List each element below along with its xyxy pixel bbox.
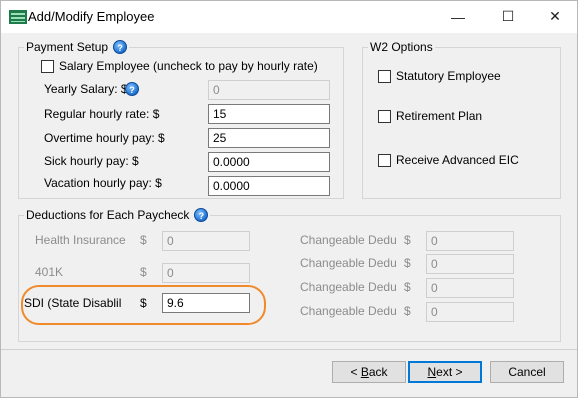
sick-hourly-pay-field[interactable]: 0.0000 bbox=[208, 152, 330, 172]
regular-hourly-rate-label: Regular hourly rate: $ bbox=[44, 107, 160, 121]
window-title: Add/Modify Employee bbox=[28, 9, 155, 24]
changeable-deduction-field[interactable]: 0 bbox=[426, 278, 514, 298]
statutory-employee-checkbox[interactable] bbox=[378, 70, 391, 83]
sdi-field[interactable]: 9.6 bbox=[162, 293, 250, 313]
health-insurance-field[interactable]: 0 bbox=[162, 231, 250, 251]
vacation-hourly-pay-label: Vacation hourly pay: $ bbox=[44, 176, 162, 190]
back-button-mnemonic: B bbox=[360, 365, 369, 379]
title-bar: Add/Modify Employee — ☐ ✕ bbox=[1, 1, 577, 33]
changeable-deduction-currency: $ bbox=[404, 304, 411, 318]
advanced-eic-label: Receive Advanced EIC bbox=[396, 153, 519, 167]
maximize-icon: ☐ bbox=[501, 8, 515, 24]
sdi-label: SDI (State Disablil bbox=[24, 296, 122, 310]
retirement-plan-checkbox[interactable] bbox=[378, 110, 391, 123]
payment-setup-title: Payment Setup bbox=[26, 40, 109, 54]
close-button[interactable]: ✕ bbox=[533, 1, 577, 32]
w2-options-title: W2 Options bbox=[370, 40, 433, 54]
add-modify-employee-window: Add/Modify Employee — ☐ ✕ Payment Setup … bbox=[0, 0, 578, 398]
vacation-hourly-pay-field[interactable]: 0.0000 bbox=[208, 176, 330, 196]
changeable-deduction-label: Changeable Dedu bbox=[300, 280, 397, 294]
changeable-deduction-field[interactable]: 0 bbox=[426, 302, 514, 322]
back-button[interactable]: < Back bbox=[332, 361, 406, 383]
changeable-deduction-currency: $ bbox=[404, 280, 411, 294]
w2-options-legend: W2 Options bbox=[368, 40, 435, 54]
minimize-button[interactable]: — bbox=[436, 1, 480, 32]
changeable-deduction-field[interactable]: 0 bbox=[426, 254, 514, 274]
close-icon: ✕ bbox=[549, 8, 561, 24]
yearly-salary-label: Yearly Salary: $ bbox=[44, 82, 128, 96]
w2-options-group: W2 Options Statutory Employee Retirement… bbox=[362, 40, 561, 199]
401k-field[interactable]: 0 bbox=[162, 263, 250, 283]
401k-label: 401K bbox=[35, 265, 64, 279]
deductions-legend: Deductions for Each Paycheck ? bbox=[24, 208, 211, 222]
overtime-hourly-pay-field[interactable]: 25 bbox=[208, 128, 330, 148]
payment-setup-group: Payment Setup ? Salary Employee (uncheck… bbox=[18, 40, 344, 199]
help-icon[interactable]: ? bbox=[113, 40, 128, 54]
salary-employee-checkbox[interactable] bbox=[41, 60, 54, 73]
overtime-hourly-pay-label: Overtime hourly pay: $ bbox=[44, 131, 165, 145]
deductions-help-icon[interactable]: ? bbox=[194, 208, 209, 222]
changeable-deduction-field[interactable]: 0 bbox=[426, 231, 514, 251]
changeable-deduction-currency: $ bbox=[404, 233, 411, 247]
regular-hourly-rate-field[interactable]: 15 bbox=[208, 104, 330, 124]
deductions-title: Deductions for Each Paycheck bbox=[26, 208, 190, 222]
sdi-currency: $ bbox=[140, 296, 147, 310]
health-insurance-label: Health Insurance bbox=[35, 233, 126, 247]
minimize-icon: — bbox=[451, 8, 465, 25]
yearly-salary-field[interactable]: 0 bbox=[208, 80, 330, 100]
footer-divider bbox=[1, 349, 577, 350]
health-insurance-currency: $ bbox=[140, 233, 147, 247]
salary-employee-label: Salary Employee (uncheck to pay by hourl… bbox=[59, 59, 318, 73]
app-icon bbox=[9, 10, 27, 24]
changeable-deduction-label: Changeable Dedu bbox=[300, 304, 397, 318]
401k-currency: $ bbox=[140, 265, 147, 279]
payment-setup-legend: Payment Setup ? bbox=[24, 40, 130, 54]
changeable-deduction-label: Changeable Dedu bbox=[300, 256, 397, 270]
changeable-deduction-label: Changeable Dedu bbox=[300, 233, 397, 247]
next-button-rest: ext > bbox=[436, 365, 463, 379]
retirement-plan-label: Retirement Plan bbox=[396, 109, 483, 123]
advanced-eic-checkbox[interactable] bbox=[378, 154, 391, 167]
deductions-group: Deductions for Each Paycheck ? Health In… bbox=[18, 208, 561, 342]
maximize-button[interactable]: ☐ bbox=[486, 1, 530, 32]
cancel-button[interactable]: Cancel bbox=[490, 361, 564, 383]
next-button-mnemonic: N bbox=[427, 365, 437, 379]
changeable-deduction-currency: $ bbox=[404, 256, 411, 270]
yearly-salary-help-icon[interactable]: ? bbox=[125, 82, 139, 96]
back-button-prefix: < bbox=[350, 365, 361, 379]
sick-hourly-pay-label: Sick hourly pay: $ bbox=[44, 154, 139, 168]
back-button-rest: ack bbox=[368, 365, 388, 379]
next-button[interactable]: Next > bbox=[408, 361, 482, 383]
dialog-content: Payment Setup ? Salary Employee (uncheck… bbox=[1, 33, 577, 397]
statutory-employee-label: Statutory Employee bbox=[396, 69, 501, 83]
